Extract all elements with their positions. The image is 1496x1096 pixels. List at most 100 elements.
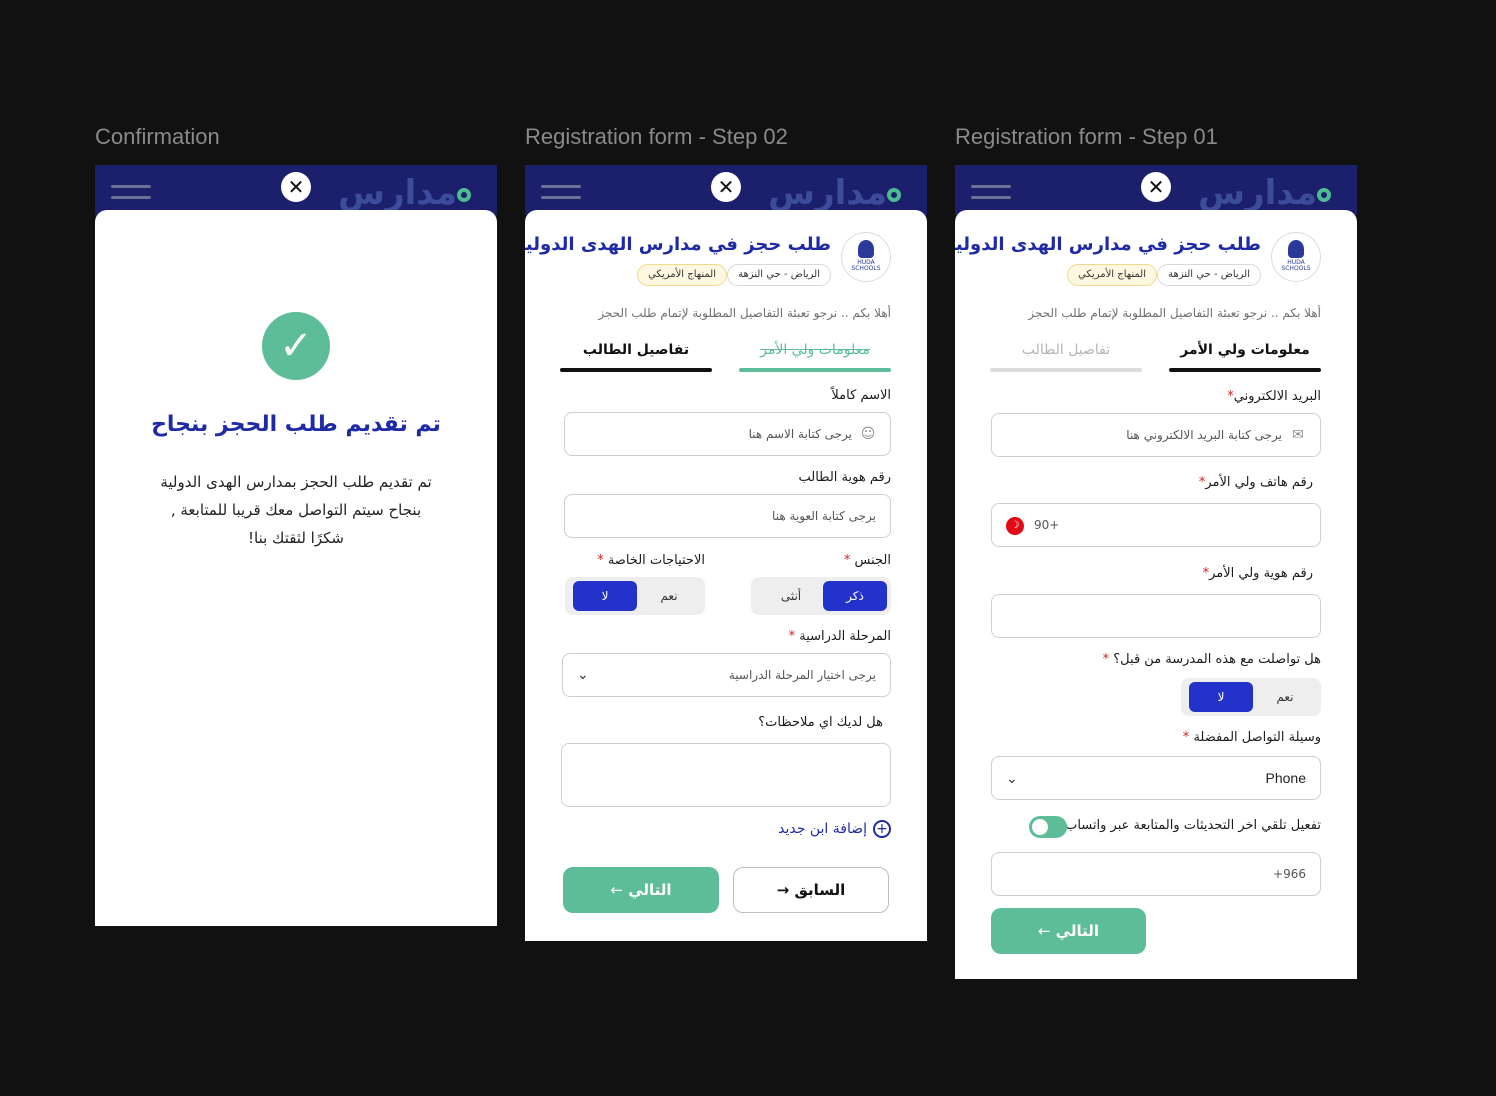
fullname-input[interactable]: ☺ يرجى كتابة الاسم هنا (564, 412, 891, 456)
student-id-input[interactable]: يرجى كتابة العوية هنا (564, 494, 891, 538)
phone-label-text: رقم هاتف ولي الأمر (1205, 475, 1313, 490)
form-title: طلب حجز في مدارس الهدى الدولية (955, 234, 1261, 255)
notes-textarea[interactable] (561, 743, 891, 807)
school-logo-mark (1288, 240, 1304, 258)
stage-label-text: المرحلة الدراسية (799, 629, 891, 644)
tab-student-details[interactable]: تفاصيل الطالب (990, 342, 1142, 372)
tab-indicator (739, 368, 891, 372)
stage-label: المرحلة الدراسية * (789, 629, 891, 644)
email-label: البريد الالكتروني* (1227, 389, 1321, 404)
brand-name: مدارس (338, 173, 458, 213)
curriculum-chip: المنهاج الأمريكي (637, 264, 727, 286)
location-chip: الرياض - حي النزهة (1157, 264, 1261, 286)
special-needs-label-text: الاحتياجات الخاصة (607, 553, 705, 568)
next-button-label: التالي (628, 881, 672, 899)
required-mark: * (843, 553, 851, 568)
intro-text: أهلا بكم .. نرجو تعبئة التفاصيل المطلوبة… (598, 306, 891, 320)
turkey-flag-icon[interactable]: ☽ (1006, 517, 1024, 535)
menu-icon[interactable] (541, 185, 581, 207)
previous-button[interactable]: السابق → (733, 867, 889, 913)
special-needs-no-option[interactable]: لا (573, 581, 637, 611)
chevron-down-icon: ⌄ (577, 667, 589, 683)
mail-icon: ✉ (1292, 427, 1304, 443)
close-icon[interactable]: ✕ (281, 172, 311, 202)
phone-label: رقم هاتف ولي الأمر* (1199, 475, 1313, 490)
tab-student-label: تفاصيل الطالب (582, 342, 690, 358)
contact-method-value: Phone (1265, 770, 1306, 786)
arrow-left-icon: ← (1037, 922, 1051, 940)
whatsapp-toggle-label: تفعيل تلقي اخر التحديثات والمتابعة عبر و… (1065, 818, 1321, 833)
registration-step-2: مدارس ✕ HUDA SCHOOLS طلب حجز في مدارس ال… (525, 165, 927, 941)
add-child-link[interactable]: + إضافة ابن جديد (778, 820, 891, 838)
contact-method-label-text: وسيلة التواصل المفضلة (1193, 730, 1321, 745)
email-input[interactable]: ✉ يرجى كتابة البريد الالكتروني هنا (991, 413, 1321, 457)
form-title: طلب حجز في مدارس الهدى الدولية (525, 234, 831, 255)
required-mark: * (1182, 730, 1190, 745)
confirmation-card: ✓ تم تقديم طلب الحجز بنجاح تم تقديم طلب … (95, 210, 497, 926)
confirmation-line-3: شكرًا لثقتك بنا! (248, 529, 344, 547)
gender-female-option[interactable]: أنثى (759, 581, 823, 611)
student-id-label: رقم هوية الطالب (798, 470, 892, 485)
fullname-label: الاسم كاملاً (831, 388, 891, 403)
confirmation-screen: مدارس ✕ ✓ تم تقديم طلب الحجز بنجاح تم تق… (95, 165, 497, 926)
tab-indicator (990, 368, 1142, 372)
email-placeholder: يرجى كتابة البريد الالكتروني هنا (1126, 428, 1282, 442)
gender-label: الجنس * (844, 553, 891, 568)
confirmation-message: تم تقديم طلب الحجز بمدارس الهدى الدولية … (95, 468, 497, 552)
phone-prefix: +90 (1034, 518, 1060, 532)
location-chip: الرياض - حي النزهة (727, 264, 831, 286)
tab-guardian-label: معلومات ولي الأمر (1180, 342, 1310, 358)
contact-method-select[interactable]: ⌄ Phone (991, 756, 1321, 800)
stage-select[interactable]: يرجى اختيار المرحلة الدراسية ⌄ (562, 653, 891, 697)
school-logo-text: HUDA SCHOOLS (1281, 259, 1311, 272)
special-needs-yes-option[interactable]: نعم (637, 581, 701, 611)
contacted-yes-option[interactable]: نعم (1253, 682, 1317, 712)
tab-guardian-info[interactable]: معلومات ولي الأمر (1169, 342, 1321, 372)
next-button[interactable]: التالي ← (991, 908, 1146, 954)
contacted-before-segmented: نعملا (1181, 678, 1321, 716)
contacted-no-option[interactable]: لا (1189, 682, 1253, 712)
required-mark: * (597, 553, 604, 568)
gender-label-text: الجنس (854, 553, 891, 568)
brand-name: مدارس (768, 173, 888, 213)
confirmation-title: تم تقديم طلب الحجز بنجاح (151, 412, 441, 437)
add-child-label: إضافة ابن جديد (778, 821, 867, 837)
close-icon[interactable]: ✕ (711, 172, 741, 202)
confirmation-line-1: تم تقديم طلب الحجز بمدارس الهدى الدولية (160, 473, 432, 491)
gender-male-option[interactable]: ذكر (823, 581, 887, 611)
guardian-id-input[interactable] (991, 594, 1321, 638)
whatsapp-toggle[interactable] (1029, 816, 1067, 838)
menu-icon[interactable] (971, 185, 1011, 207)
school-logo: HUDA SCHOOLS (1271, 232, 1321, 282)
whatsapp-number-value: +966 (1273, 867, 1306, 881)
close-icon[interactable]: ✕ (1141, 172, 1171, 202)
gender-segmented: ذكرأنثى (751, 577, 891, 615)
phone-input[interactable]: +90 ☽ (991, 503, 1321, 547)
guardian-id-label-text: رقم هوية ولي الأمر (1209, 566, 1313, 581)
tab-indicator (1169, 368, 1321, 372)
tab-student-label: تفاصيل الطالب (1021, 342, 1111, 358)
student-id-placeholder: يرجى كتابة العوية هنا (772, 509, 876, 523)
next-button[interactable]: التالي ← (563, 867, 719, 913)
brand-logo: مدارس (338, 176, 471, 210)
menu-icon[interactable] (111, 185, 151, 207)
user-icon: ☺ (860, 426, 876, 442)
school-logo-text: HUDA SCHOOLS (851, 259, 881, 272)
form-card: HUDA SCHOOLS طلب حجز في مدارس الهدى الدو… (955, 210, 1357, 979)
intro-text: أهلا بكم .. نرجو تعبئة التفاصيل المطلوبة… (1028, 306, 1321, 320)
previous-button-label: السابق (794, 881, 846, 899)
required-mark: * (788, 629, 796, 644)
school-logo: HUDA SCHOOLS (841, 232, 891, 282)
whatsapp-number-input[interactable]: +966 (991, 852, 1321, 896)
curriculum-chip: المنهاج الأمريكي (1067, 264, 1157, 286)
add-circle-icon: + (873, 820, 891, 838)
tab-indicator (560, 368, 712, 372)
tab-student-details[interactable]: تفاصيل الطالب (560, 342, 712, 372)
tab-guardian-info[interactable]: معلومات ولي الأمر (739, 342, 891, 372)
school-logo-mark (858, 240, 874, 258)
guardian-id-label: رقم هوية ولي الأمر* (1203, 566, 1313, 581)
frame-label-step-1: Registration form - Step 01 (955, 124, 1218, 149)
frame-label-confirmation: Confirmation (95, 124, 220, 149)
brand-name: مدارس (1198, 173, 1318, 213)
arrow-left-icon: ← (610, 881, 623, 899)
